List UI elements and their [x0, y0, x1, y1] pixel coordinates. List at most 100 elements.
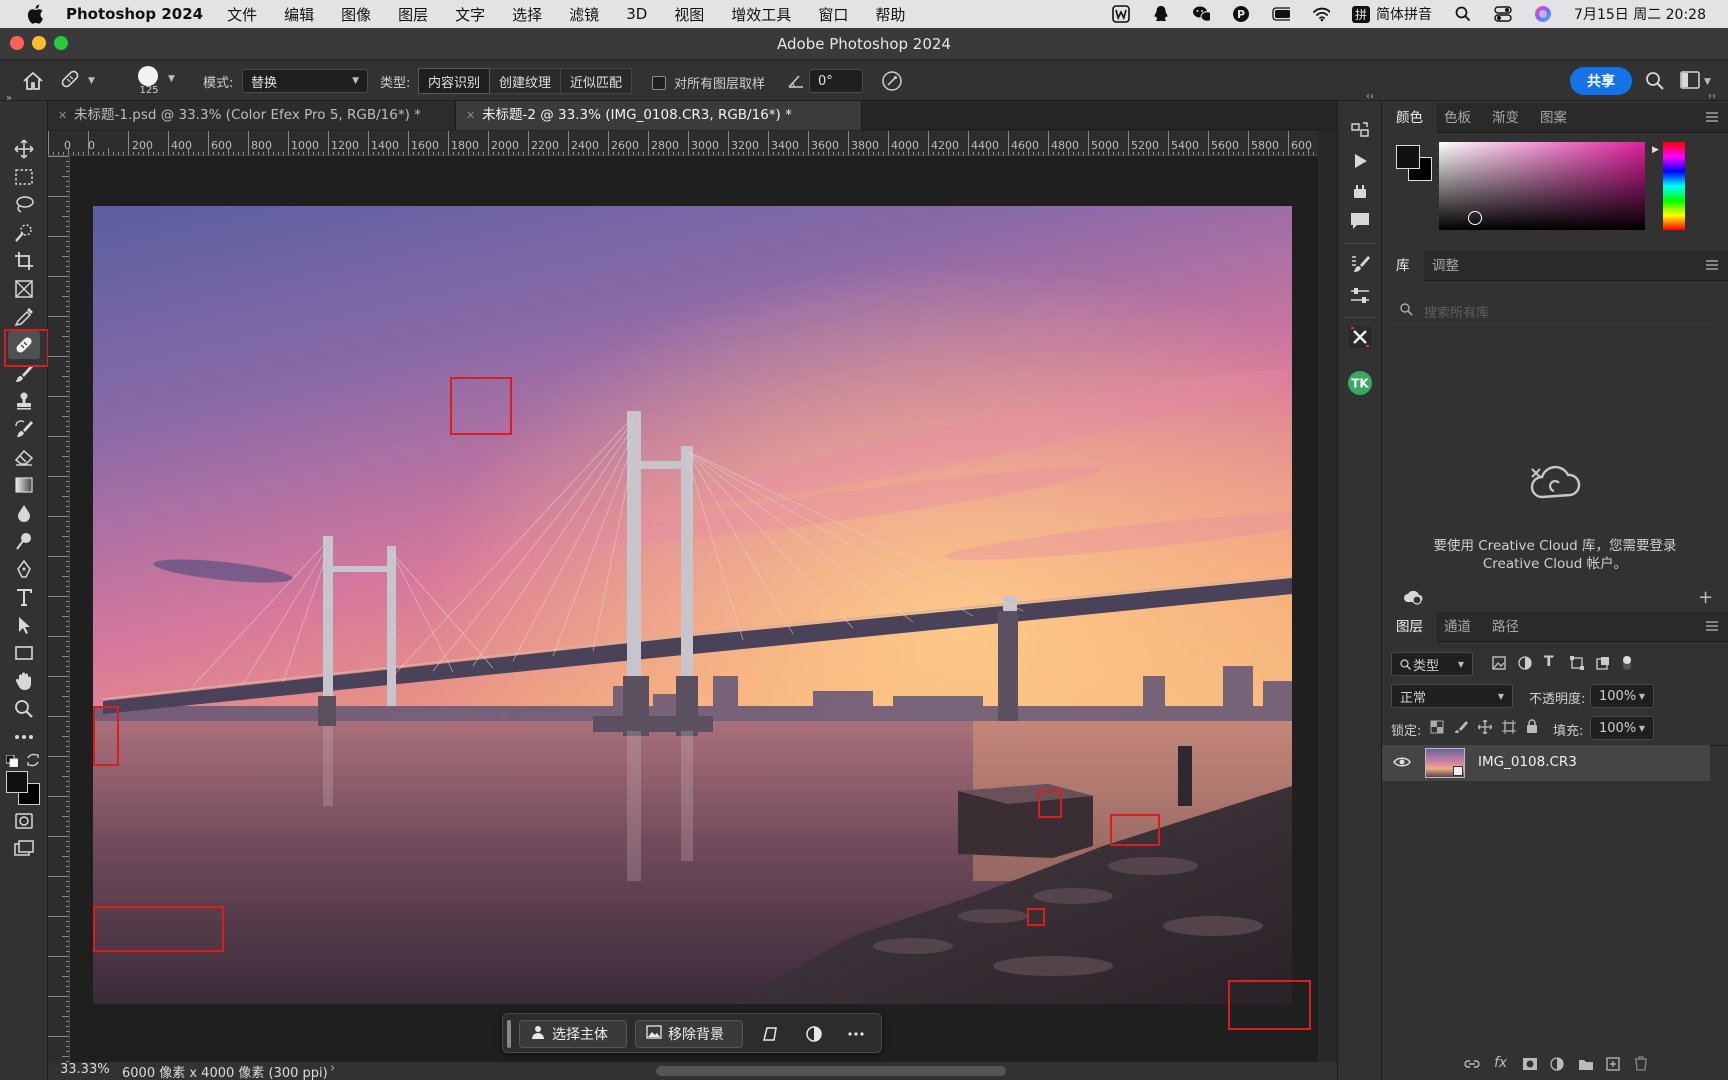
zoom-level[interactable]: 33.33% [60, 1062, 110, 1077]
app-name-menu[interactable]: Photoshop 2024 [66, 5, 203, 23]
cloud-sync-icon[interactable] [1402, 589, 1424, 609]
angle-input[interactable]: 0° [809, 69, 863, 93]
canvas-area[interactable] [70, 156, 1318, 1062]
screen-mode-icon[interactable] [8, 835, 40, 863]
tk-plugin-icon[interactable]: TK [1347, 370, 1373, 400]
color-field[interactable] [1439, 142, 1645, 230]
filter-smart-object-icon[interactable] [1596, 656, 1610, 674]
delete-layer-icon[interactable] [1634, 1056, 1648, 1075]
menu-edit[interactable]: 编辑 [284, 4, 314, 25]
eraser-tool-icon[interactable] [8, 443, 40, 471]
pressure-size-icon[interactable] [880, 69, 904, 97]
expand-panels-icon[interactable]: ›› [1708, 91, 1716, 102]
search-icon[interactable] [1645, 71, 1665, 95]
fg-color-chip[interactable] [1396, 145, 1420, 169]
plugin-x-icon[interactable] [1348, 325, 1372, 353]
document-tab-1[interactable]: ✕ 未标题-1.psd @ 33.3% (Color Efex Pro 5, R… [48, 101, 456, 130]
panel-menu-icon[interactable] [1706, 259, 1718, 271]
lock-all-icon[interactable] [1526, 719, 1538, 738]
type-content-aware-button[interactable]: 内容识别 [418, 68, 491, 94]
tab-color[interactable]: 颜色 [1382, 103, 1437, 133]
layer-row[interactable]: IMG_0108.CR3 [1382, 745, 1710, 781]
filter-type-icon[interactable]: T [1544, 654, 1554, 670]
crop-tool-icon[interactable] [8, 247, 40, 275]
quick-mask-icon[interactable] [8, 807, 40, 835]
collapse-icon[interactable]: ‹‹ [1366, 91, 1374, 102]
new-group-icon[interactable] [1578, 1057, 1594, 1075]
filter-pixel-icon[interactable] [1492, 656, 1506, 674]
p-app-icon[interactable]: P [1232, 5, 1250, 23]
menu-file[interactable]: 文件 [227, 4, 257, 25]
gradient-tool-icon[interactable] [8, 471, 40, 499]
siri-icon[interactable] [1534, 5, 1552, 23]
panel-menu-icon[interactable] [1706, 620, 1718, 632]
collapse-panel-icon[interactable]: » [6, 93, 12, 104]
menu-type[interactable]: 文字 [455, 4, 485, 25]
pen-tool-icon[interactable] [8, 555, 40, 583]
qq-icon[interactable] [1152, 5, 1170, 23]
more-options-icon[interactable] [847, 1025, 865, 1047]
hue-slider[interactable] [1663, 142, 1685, 230]
lasso-tool-icon[interactable] [8, 191, 40, 219]
zoom-tool-icon[interactable] [8, 695, 40, 723]
document-info[interactable]: 6000 像素 x 4000 像素 (300 ppi) [122, 1062, 328, 1080]
link-layers-icon[interactable] [1464, 1057, 1480, 1075]
swap-colors-icon[interactable] [26, 753, 40, 771]
type-tool-icon[interactable] [8, 583, 40, 611]
panel-menu-icon[interactable] [1706, 111, 1718, 123]
path-selection-tool-icon[interactable] [8, 611, 40, 639]
wps-icon[interactable] [1112, 5, 1130, 23]
control-center-icon[interactable] [1494, 5, 1512, 23]
lock-transparent-icon[interactable] [1430, 720, 1444, 738]
default-colors-icon[interactable] [5, 754, 19, 771]
opacity-input[interactable]: 100% ▼ [1590, 684, 1654, 708]
menu-view[interactable]: 视图 [674, 4, 704, 25]
lock-position-icon[interactable] [1477, 719, 1493, 738]
layer-visibility-eye-icon[interactable] [1393, 756, 1411, 772]
brush-settings-icon[interactable] [1349, 253, 1371, 279]
menu-3d[interactable]: 3D [626, 5, 647, 23]
fill-input[interactable]: 100% ▼ [1590, 716, 1654, 740]
frame-tool-icon[interactable] [8, 275, 40, 303]
layer-name[interactable]: IMG_0108.CR3 [1478, 754, 1577, 770]
layer-effects-icon[interactable]: fx [1494, 1055, 1507, 1071]
menu-help[interactable]: 帮助 [875, 4, 905, 25]
close-tab-icon[interactable]: ✕ [466, 101, 475, 130]
tab-paths[interactable]: 路径 [1478, 612, 1533, 642]
new-adjustment-layer-icon[interactable] [1550, 1057, 1564, 1075]
menubar-clock[interactable]: 7月15日 周二 20:28 [1574, 4, 1706, 24]
type-proximity-match-button[interactable]: 近似匹配 [561, 68, 633, 94]
new-layer-icon[interactable] [1606, 1057, 1620, 1075]
wechat-icon[interactable] [1192, 5, 1211, 23]
wifi-icon[interactable] [1312, 5, 1331, 23]
brush-size-picker[interactable]: 125 ▼ [130, 63, 180, 99]
select-subject-button[interactable]: 选择主体 [519, 1020, 627, 1048]
document-tab-2[interactable]: ✕ 未标题-2 @ 33.3% (IMG_0108.CR3, RGB/16*) … [456, 101, 862, 130]
sample-all-layers-option[interactable]: 对所有图层取样 [652, 73, 765, 92]
hand-tool-icon[interactable] [8, 667, 40, 695]
mode-dropdown[interactable]: 替换 ▼ [242, 69, 368, 93]
history-brush-tool-icon[interactable] [8, 415, 40, 443]
lock-artboard-icon[interactable] [1502, 720, 1516, 738]
tab-patterns[interactable]: 图案 [1526, 103, 1581, 133]
menu-image[interactable]: 图像 [341, 4, 371, 25]
tool-preset-picker[interactable]: ▼ [58, 67, 108, 95]
menu-layer[interactable]: 图层 [398, 4, 428, 25]
type-create-texture-button[interactable]: 创建纹理 [490, 68, 562, 94]
plugin-panel-icon[interactable] [1350, 181, 1370, 205]
marquee-tool-icon[interactable] [8, 163, 40, 191]
blur-tool-icon[interactable] [8, 499, 40, 527]
transform-icon[interactable] [761, 1025, 779, 1047]
library-search[interactable]: 搜索所有库 [1392, 297, 1718, 325]
tab-layers[interactable]: 图层 [1382, 612, 1437, 642]
hue-slider-pointer-icon[interactable]: ▶ [1652, 145, 1659, 155]
menu-window[interactable]: 窗口 [818, 4, 848, 25]
comments-icon[interactable] [1349, 211, 1371, 235]
move-tool-icon[interactable] [8, 135, 40, 163]
filter-shape-icon[interactable] [1570, 656, 1584, 674]
dodge-tool-icon[interactable] [8, 527, 40, 555]
add-mask-icon[interactable] [1522, 1057, 1538, 1075]
tab-adjustments[interactable]: 调整 [1418, 251, 1473, 281]
input-method-menu[interactable]: 拼 简体拼音 [1352, 4, 1432, 24]
filter-toggle[interactable] [1622, 654, 1632, 672]
